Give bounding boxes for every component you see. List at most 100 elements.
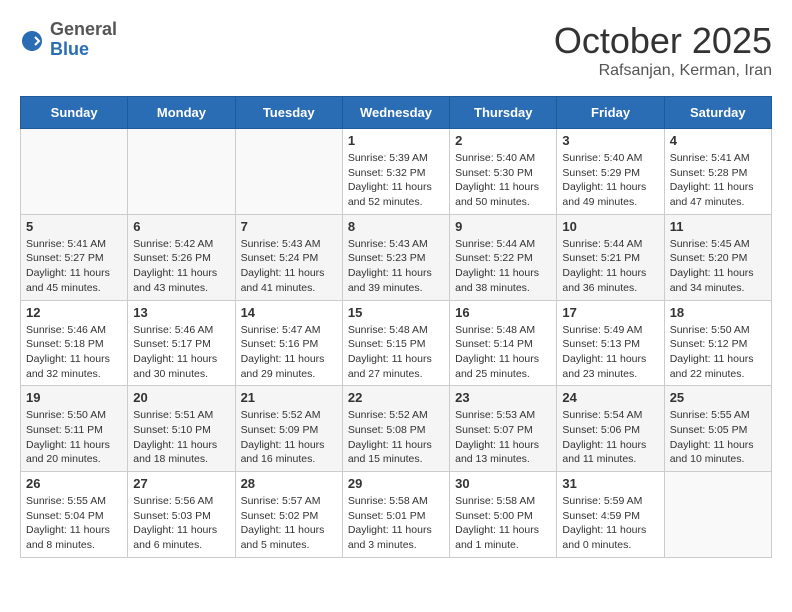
- day-number: 3: [562, 133, 658, 148]
- calendar-cell: 14 Sunrise: 5:47 AMSunset: 5:16 PMDayligh…: [235, 300, 342, 386]
- day-info: Sunrise: 5:52 AMSunset: 5:09 PMDaylight:…: [241, 408, 337, 467]
- day-info: Sunrise: 5:50 AMSunset: 5:11 PMDaylight:…: [26, 408, 122, 467]
- calendar-cell: 18Sunrise: 5:50 AMSunset: 5:12 PMDayligh…: [664, 300, 771, 386]
- day-number: 24: [562, 390, 658, 405]
- calendar-week-2: 5 Sunrise: 5:41 AMSunset: 5:27 PMDaylight…: [21, 214, 772, 300]
- calendar-cell: 25 Sunrise: 5:55 AMSunset: 5:05 PMDayligh…: [664, 386, 771, 472]
- calendar-cell: 20 Sunrise: 5:51 AMSunset: 5:10 PMDayligh…: [128, 386, 235, 472]
- calendar-cell: 8 Sunrise: 5:43 AMSunset: 5:23 PMDaylight…: [342, 214, 449, 300]
- location-subtitle: Rafsanjan, Kerman, Iran: [554, 62, 772, 80]
- calendar-cell: 31 Sunrise: 5:59 AMSunset: 4:59 PMDayligh…: [557, 472, 664, 558]
- day-number: 20: [133, 390, 229, 405]
- calendar-cell: 28 Sunrise: 5:57 AMSunset: 5:02 PMDayligh…: [235, 472, 342, 558]
- day-info: Sunrise: 5:44 AMSunset: 5:21 PMDaylight:…: [562, 237, 658, 296]
- calendar-cell: 22 Sunrise: 5:52 AMSunset: 5:08 PMDayligh…: [342, 386, 449, 472]
- day-number: 2: [455, 133, 551, 148]
- calendar-cell: [235, 129, 342, 215]
- day-number: 9: [455, 219, 551, 234]
- day-info: Sunrise: 5:55 AMSunset: 5:05 PMDaylight:…: [670, 408, 766, 467]
- calendar-cell: 7Sunrise: 5:43 AMSunset: 5:24 PMDaylight…: [235, 214, 342, 300]
- calendar-cell: [664, 472, 771, 558]
- day-info: Sunrise: 5:39 AMSunset: 5:32 PMDaylight:…: [348, 151, 444, 210]
- calendar-week-3: 12Sunrise: 5:46 AMSunset: 5:18 PMDayligh…: [21, 300, 772, 386]
- calendar-cell: 15Sunrise: 5:48 AMSunset: 5:15 PMDayligh…: [342, 300, 449, 386]
- day-info: Sunrise: 5:44 AMSunset: 5:22 PMDaylight:…: [455, 237, 551, 296]
- day-number: 5: [26, 219, 122, 234]
- day-number: 23: [455, 390, 551, 405]
- day-number: 6: [133, 219, 229, 234]
- calendar-cell: [21, 129, 128, 215]
- day-number: 19: [26, 390, 122, 405]
- day-number: 31: [562, 476, 658, 491]
- day-number: 15: [348, 305, 444, 320]
- day-info: Sunrise: 5:52 AMSunset: 5:08 PMDaylight:…: [348, 408, 444, 467]
- day-info: Sunrise: 5:51 AMSunset: 5:10 PMDaylight:…: [133, 408, 229, 467]
- day-info: Sunrise: 5:46 AMSunset: 5:17 PMDaylight:…: [133, 323, 229, 382]
- weekday-header-sunday: Sunday: [21, 97, 128, 129]
- day-info: Sunrise: 5:48 AMSunset: 5:14 PMDaylight:…: [455, 323, 551, 382]
- day-info: Sunrise: 5:41 AMSunset: 5:27 PMDaylight:…: [26, 237, 122, 296]
- day-number: 13: [133, 305, 229, 320]
- calendar-cell: 10 Sunrise: 5:44 AMSunset: 5:21 PMDayligh…: [557, 214, 664, 300]
- calendar-cell: 16 Sunrise: 5:48 AMSunset: 5:14 PMDayligh…: [450, 300, 557, 386]
- day-info: Sunrise: 5:43 AMSunset: 5:24 PMDaylight:…: [241, 237, 337, 296]
- calendar-week-1: 1 Sunrise: 5:39 AMSunset: 5:32 PMDaylight…: [21, 129, 772, 215]
- day-number: 12: [26, 305, 122, 320]
- calendar-cell: 11 Sunrise: 5:45 AMSunset: 5:20 PMDayligh…: [664, 214, 771, 300]
- calendar-cell: [128, 129, 235, 215]
- day-info: Sunrise: 5:59 AMSunset: 4:59 PMDaylight:…: [562, 494, 658, 553]
- day-number: 29: [348, 476, 444, 491]
- weekday-header-wednesday: Wednesday: [342, 97, 449, 129]
- day-number: 30: [455, 476, 551, 491]
- day-number: 21: [241, 390, 337, 405]
- day-number: 8: [348, 219, 444, 234]
- day-number: 26: [26, 476, 122, 491]
- logo: General Blue: [20, 20, 117, 60]
- day-number: 4: [670, 133, 766, 148]
- day-number: 10: [562, 219, 658, 234]
- calendar-cell: 29 Sunrise: 5:58 AMSunset: 5:01 PMDayligh…: [342, 472, 449, 558]
- day-number: 11: [670, 219, 766, 234]
- day-info: Sunrise: 5:49 AMSunset: 5:13 PMDaylight:…: [562, 323, 658, 382]
- day-info: Sunrise: 5:56 AMSunset: 5:03 PMDaylight:…: [133, 494, 229, 553]
- day-info: Sunrise: 5:40 AMSunset: 5:29 PMDaylight:…: [562, 151, 658, 210]
- day-info: Sunrise: 5:58 AMSunset: 5:00 PMDaylight:…: [455, 494, 551, 553]
- day-number: 22: [348, 390, 444, 405]
- day-info: Sunrise: 5:43 AMSunset: 5:23 PMDaylight:…: [348, 237, 444, 296]
- day-number: 14: [241, 305, 337, 320]
- calendar-cell: 13 Sunrise: 5:46 AMSunset: 5:17 PMDayligh…: [128, 300, 235, 386]
- day-info: Sunrise: 5:42 AMSunset: 5:26 PMDaylight:…: [133, 237, 229, 296]
- calendar-cell: 2 Sunrise: 5:40 AMSunset: 5:30 PMDaylight…: [450, 129, 557, 215]
- logo-text: General Blue: [50, 20, 117, 60]
- day-number: 16: [455, 305, 551, 320]
- calendar-week-5: 26Sunrise: 5:55 AMSunset: 5:04 PMDayligh…: [21, 472, 772, 558]
- day-info: Sunrise: 5:40 AMSunset: 5:30 PMDaylight:…: [455, 151, 551, 210]
- calendar-cell: 26Sunrise: 5:55 AMSunset: 5:04 PMDayligh…: [21, 472, 128, 558]
- day-info: Sunrise: 5:57 AMSunset: 5:02 PMDaylight:…: [241, 494, 337, 553]
- page-header: General Blue October 2025 Rafsanjan, Ker…: [20, 20, 772, 80]
- day-info: Sunrise: 5:45 AMSunset: 5:20 PMDaylight:…: [670, 237, 766, 296]
- logo-blue: Blue: [50, 40, 117, 60]
- title-section: October 2025 Rafsanjan, Kerman, Iran: [554, 20, 772, 80]
- day-number: 25: [670, 390, 766, 405]
- calendar-cell: 24 Sunrise: 5:54 AMSunset: 5:06 PMDayligh…: [557, 386, 664, 472]
- calendar-cell: 27Sunrise: 5:56 AMSunset: 5:03 PMDayligh…: [128, 472, 235, 558]
- weekday-header-saturday: Saturday: [664, 97, 771, 129]
- calendar-table: SundayMondayTuesdayWednesdayThursdayFrid…: [20, 96, 772, 558]
- calendar-cell: 9 Sunrise: 5:44 AMSunset: 5:22 PMDaylight…: [450, 214, 557, 300]
- day-info: Sunrise: 5:54 AMSunset: 5:06 PMDaylight:…: [562, 408, 658, 467]
- calendar-cell: 19 Sunrise: 5:50 AMSunset: 5:11 PMDayligh…: [21, 386, 128, 472]
- day-number: 28: [241, 476, 337, 491]
- calendar-cell: 4Sunrise: 5:41 AMSunset: 5:28 PMDaylight…: [664, 129, 771, 215]
- calendar-cell: 1 Sunrise: 5:39 AMSunset: 5:32 PMDaylight…: [342, 129, 449, 215]
- day-info: Sunrise: 5:58 AMSunset: 5:01 PMDaylight:…: [348, 494, 444, 553]
- logo-icon: [20, 29, 44, 53]
- weekday-header-row: SundayMondayTuesdayWednesdayThursdayFrid…: [21, 97, 772, 129]
- weekday-header-thursday: Thursday: [450, 97, 557, 129]
- calendar-cell: 30 Sunrise: 5:58 AMSunset: 5:00 PMDayligh…: [450, 472, 557, 558]
- calendar-cell: 21 Sunrise: 5:52 AMSunset: 5:09 PMDayligh…: [235, 386, 342, 472]
- calendar-cell: 3 Sunrise: 5:40 AMSunset: 5:29 PMDaylight…: [557, 129, 664, 215]
- day-number: 1: [348, 133, 444, 148]
- day-info: Sunrise: 5:47 AMSunset: 5:16 PMDaylight:…: [241, 323, 337, 382]
- calendar-cell: 17Sunrise: 5:49 AMSunset: 5:13 PMDayligh…: [557, 300, 664, 386]
